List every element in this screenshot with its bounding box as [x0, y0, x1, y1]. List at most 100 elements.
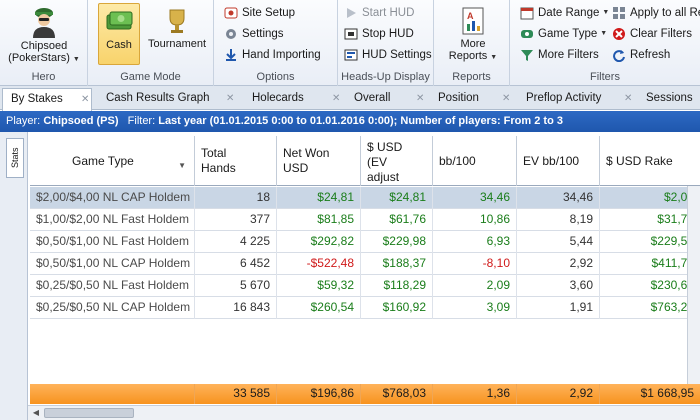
- column-header-total-hands[interactable]: Total Hands: [195, 136, 277, 186]
- hand-importing-button[interactable]: Hand Importing: [224, 46, 321, 64]
- close-icon[interactable]: ✕: [624, 88, 632, 109]
- report-icon: A: [462, 7, 484, 35]
- filter-label: Filter:: [127, 115, 156, 127]
- filter-icon: [521, 50, 533, 61]
- column-header-game-type[interactable]: Game Type ▼: [30, 136, 195, 186]
- stop-hud-button[interactable]: Stop HUD: [344, 25, 414, 43]
- cell-bb100: -8,10: [433, 253, 517, 275]
- column-header-bb100[interactable]: bb/100: [433, 136, 517, 186]
- hero-group-label: Hero: [31, 71, 56, 83]
- close-icon[interactable]: ✕: [502, 88, 510, 109]
- date-range-button[interactable]: Date Range ▼: [520, 4, 609, 22]
- close-icon[interactable]: ✕: [226, 88, 234, 109]
- total-bb100: 1,36: [433, 384, 517, 404]
- apply-to-all-button[interactable]: Apply to all Re: [612, 4, 700, 22]
- tab-position[interactable]: Position ✕: [430, 88, 514, 110]
- cell-ev-bb100: 34,46: [517, 187, 600, 209]
- table-row[interactable]: $2,00/$4,00 NL CAP Holdem 18 $24,81 $24,81 3…: [30, 187, 700, 209]
- cell-ev-bb100: 1,91: [517, 297, 600, 319]
- ribbon-toolbar: Chipsoed (PokerStars) ▼ Hero Cash Tournam…: [0, 0, 700, 86]
- tab-cash-results-graph[interactable]: Cash Results Graph ✕: [98, 88, 238, 110]
- hero-selector-button[interactable]: Chipsoed (PokerStars) ▼: [4, 3, 84, 65]
- horizontal-scrollbar[interactable]: ◀: [28, 405, 700, 420]
- total-hands: 33 585: [195, 384, 277, 404]
- cell-hands: 18: [195, 187, 277, 209]
- cell-hands: 377: [195, 209, 277, 231]
- scroll-left-icon[interactable]: ◀: [30, 407, 42, 419]
- more-filters-button[interactable]: More Filters: [520, 46, 599, 64]
- site-setup-button[interactable]: Site Setup: [224, 4, 295, 22]
- game-type-button[interactable]: Game Type ▼: [520, 25, 607, 43]
- cell-ev-adj: $24,81: [361, 187, 433, 209]
- tab-by-stakes[interactable]: By Stakes ✕: [2, 88, 92, 111]
- cell-net-won: $260,54: [277, 297, 361, 319]
- close-icon[interactable]: ✕: [416, 88, 424, 109]
- stakes-results-table: Game Type ▼ Total Hands Net Won USD $ US…: [30, 136, 700, 404]
- tab-overall[interactable]: Overall ✕: [346, 88, 426, 110]
- settings-button[interactable]: Settings: [224, 25, 284, 43]
- table-row[interactable]: $0,25/$0,50 NL Fast Holdem 5 670 $59,32 $11…: [30, 275, 700, 297]
- more-reports-button[interactable]: A More Reports ▼: [442, 3, 504, 65]
- hud-settings-button[interactable]: HUD Settings: [344, 46, 432, 64]
- tournament-mode-button[interactable]: Tournament: [144, 3, 210, 65]
- column-header-rake[interactable]: $ USD Rake: [600, 136, 700, 186]
- tab-holecards[interactable]: Holecards ✕: [244, 88, 344, 110]
- table-row[interactable]: $0,25/$0,50 NL CAP Holdem 16 843 $260,54 $1…: [30, 297, 700, 319]
- stop-icon: [344, 28, 358, 40]
- refresh-button[interactable]: Refresh: [612, 46, 670, 64]
- column-header-net-won[interactable]: Net Won USD: [277, 136, 361, 186]
- sort-down-icon: ▼: [178, 161, 186, 170]
- clear-filters-button[interactable]: Clear Filters: [612, 25, 692, 43]
- cell-ev-bb100: 8,19: [517, 209, 600, 231]
- vertical-scrollbar[interactable]: [687, 186, 700, 384]
- tab-preflop-activity[interactable]: Preflop Activity ✕: [518, 88, 636, 110]
- cell-bb100: 3,09: [433, 297, 517, 319]
- cell-ev-adj: $188,37: [361, 253, 433, 275]
- hero-group: Chipsoed (PokerStars) ▼ Hero: [0, 0, 88, 86]
- import-arrow-icon: [226, 49, 236, 61]
- cell-rake: $229,50: [650, 234, 694, 248]
- tab-sessions[interactable]: Sessions: [638, 88, 700, 110]
- totals-row: 33 585 $196,86 $768,03 1,36 2,92 $1 668,…: [30, 384, 700, 404]
- total-rake: $1 668,95: [640, 386, 694, 400]
- clear-filter-icon: [613, 28, 625, 40]
- filters-group: Date Range ▼ Game Type ▼ More Filters Appl…: [510, 0, 700, 86]
- cell-ev-adj: $229,98: [361, 231, 433, 253]
- game-type-icon: [521, 30, 533, 38]
- table-row[interactable]: $1,00/$2,00 NL Fast Holdem 377 $81,85 $61,7…: [30, 209, 700, 231]
- player-label: Player:: [6, 115, 41, 127]
- cell-net-won: -$522,48: [277, 253, 361, 275]
- table-row[interactable]: $0,50/$1,00 NL CAP Holdem 6 452 -$522,48 $1…: [30, 253, 700, 275]
- close-icon[interactable]: ✕: [81, 89, 89, 110]
- hero-name: Chipsoed: [20, 40, 68, 52]
- more-reports-line1: More: [460, 38, 486, 50]
- horizontal-scroll-thumb[interactable]: [44, 408, 134, 418]
- cell-game-type: $0,50/$1,00 NL CAP Holdem: [30, 253, 195, 275]
- cell-bb100: 10,86: [433, 209, 517, 231]
- more-reports-line2: Reports: [448, 50, 488, 62]
- cell-bb100: 6,93: [433, 231, 517, 253]
- game-mode-group-label: Game Mode: [120, 71, 181, 83]
- cash-mode-button[interactable]: Cash: [98, 3, 140, 65]
- close-icon[interactable]: ✕: [332, 88, 340, 109]
- cell-game-type: $2,00/$4,00 NL CAP Holdem: [30, 187, 195, 209]
- options-group: Site Setup Settings Hand Importing Optio…: [214, 0, 338, 86]
- refresh-icon: [613, 50, 625, 62]
- cell-ev-adj: $118,29: [361, 275, 433, 297]
- column-header-ev-adjusted[interactable]: $ USD (EV adjust: [361, 136, 433, 186]
- cell-rake: $411,77: [651, 256, 695, 270]
- cell-rake: $2,04: [663, 190, 694, 204]
- chevron-down-icon: ▼: [602, 9, 610, 16]
- table-row[interactable]: $0,50/$1,00 NL Fast Holdem 4 225 $292,82 $2…: [30, 231, 700, 253]
- column-header-ev-bb100[interactable]: EV bb/100: [517, 136, 600, 186]
- filters-group-label: Filters: [590, 71, 620, 83]
- cell-hands: 16 843: [195, 297, 277, 319]
- stats-side-tab[interactable]: Stats: [6, 138, 24, 178]
- cash-label: Cash: [106, 39, 132, 51]
- cell-game-type: $1,00/$2,00 NL Fast Holdem: [30, 209, 195, 231]
- start-hud-button[interactable]: Start HUD: [344, 4, 414, 22]
- hud-settings-icon: [344, 49, 358, 61]
- play-icon: [347, 8, 356, 18]
- cell-ev-bb100: 3,60: [517, 275, 600, 297]
- side-panel-strip: Stats: [0, 132, 28, 420]
